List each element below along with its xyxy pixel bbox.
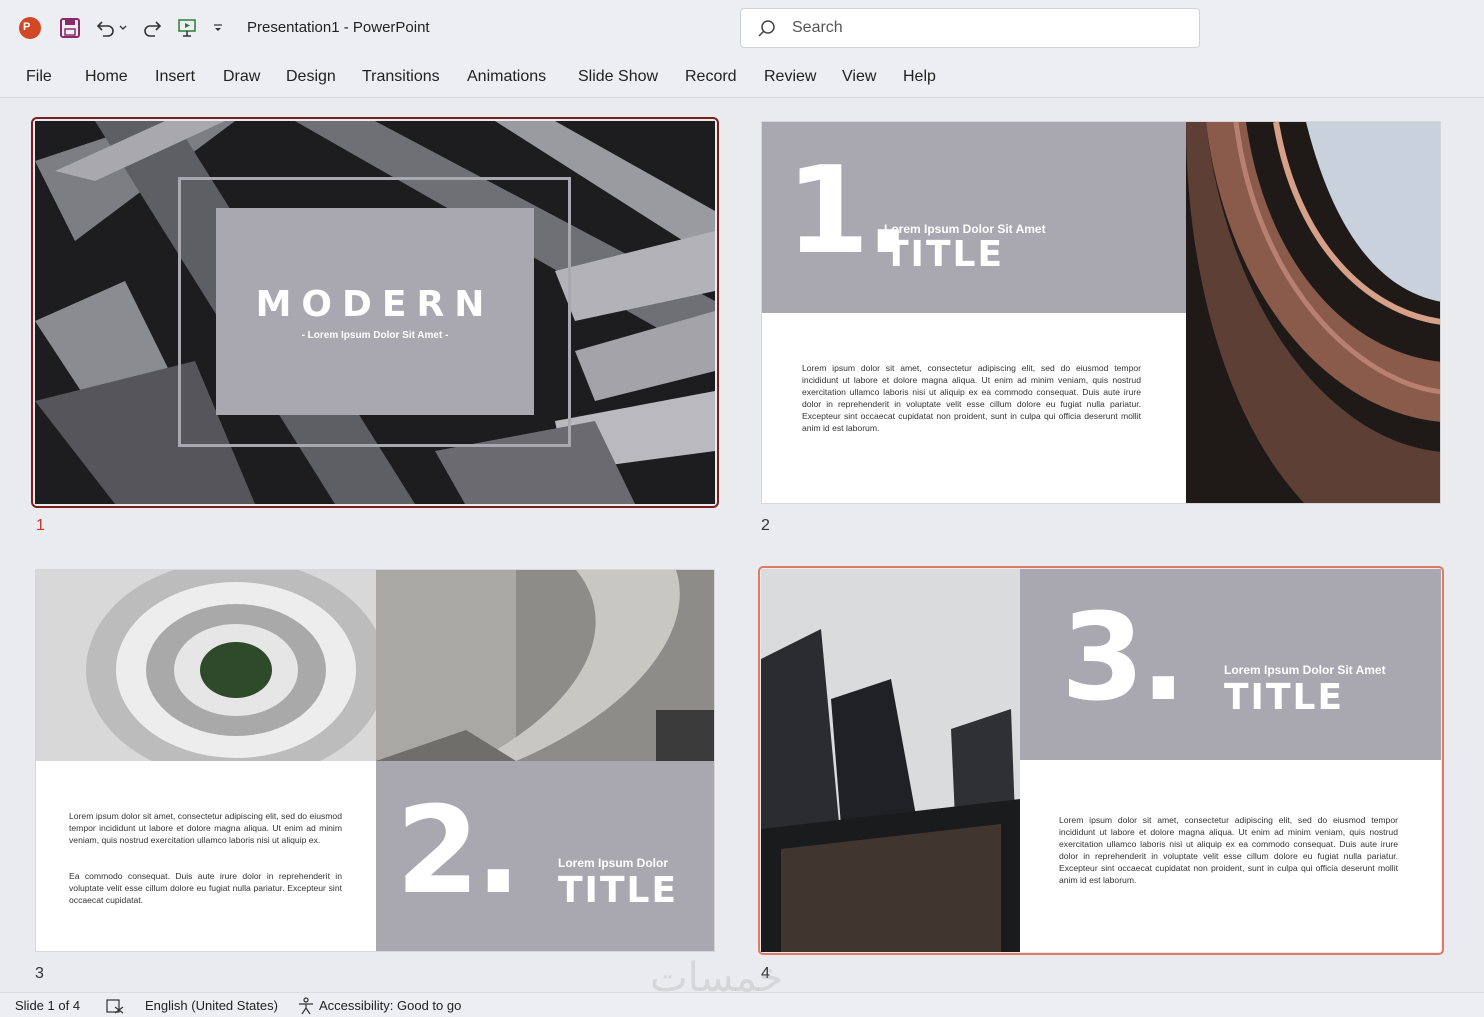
slide-number-1: 1 bbox=[36, 517, 45, 534]
tab-file[interactable]: File bbox=[26, 68, 52, 86]
slide-4-number-graphic: 3. bbox=[1061, 589, 1186, 728]
undo-dropdown-icon[interactable] bbox=[116, 14, 130, 42]
undo-icon[interactable] bbox=[92, 14, 118, 42]
slide-thumbnail-3[interactable]: 2. Lorem Ipsum Dolor TITLE Lorem ipsum d… bbox=[35, 569, 715, 952]
slide-thumbnail-4[interactable]: 3. Lorem Ipsum Dolor Sit Amet TITLE Lore… bbox=[761, 569, 1441, 952]
tab-record[interactable]: Record bbox=[685, 68, 737, 86]
slide-2-body-text: Lorem ipsum dolor sit amet, consectetur … bbox=[802, 363, 1141, 433]
redo-icon[interactable] bbox=[140, 14, 166, 42]
accessibility-status[interactable]: Accessibility: Good to go bbox=[319, 998, 461, 1013]
skyscrapers-photo bbox=[761, 569, 1020, 952]
tab-draw[interactable]: Draw bbox=[223, 68, 260, 86]
slide-3-number-graphic: 2. bbox=[396, 782, 521, 921]
slide-3-body-text-1: Lorem ipsum dolor sit amet, consectetur … bbox=[69, 811, 342, 845]
slide-4-title: TITLE bbox=[1224, 677, 1345, 718]
spelling-check-icon[interactable] bbox=[106, 998, 124, 1014]
tab-insert[interactable]: Insert bbox=[155, 68, 195, 86]
present-icon[interactable] bbox=[174, 14, 200, 42]
language-indicator[interactable]: English (United States) bbox=[145, 998, 278, 1013]
curved-building-photo bbox=[1186, 122, 1440, 503]
tab-transitions[interactable]: Transitions bbox=[362, 68, 440, 86]
status-bar: Slide 1 of 4 English (United States) Acc… bbox=[0, 992, 1484, 1017]
ribbon-tabs: File Home Insert Draw Design Transitions… bbox=[0, 56, 1484, 98]
tab-animations[interactable]: Animations bbox=[467, 68, 546, 86]
search-icon bbox=[758, 20, 775, 37]
slide-number-2: 2 bbox=[761, 517, 770, 534]
title-bar: P Presentation1 - PowerPoint Search bbox=[0, 0, 1484, 56]
spiral-staircase-photo bbox=[36, 570, 376, 761]
slide-2-title: TITLE bbox=[884, 234, 1005, 275]
slide-1-subtitle: - Lorem Ipsum Dolor Sit Amet - bbox=[301, 330, 449, 341]
slide-thumbnail-1[interactable]: MODERN - Lorem Ipsum Dolor Sit Amet - bbox=[35, 121, 715, 504]
tab-design[interactable]: Design bbox=[286, 68, 336, 86]
search-placeholder: Search bbox=[792, 19, 843, 36]
slide-3-body-text-2: Ea commodo consequat. Duis aute irure do… bbox=[69, 871, 342, 905]
slide-4-body-text: Lorem ipsum dolor sit amet, consectetur … bbox=[1059, 815, 1398, 885]
slide-thumbnail-2[interactable]: 1. Lorem Ipsum Dolor Sit Amet TITLE Lore… bbox=[761, 121, 1441, 504]
slide-3-heading: Lorem Ipsum Dolor bbox=[558, 856, 669, 870]
customize-toolbar-icon[interactable] bbox=[210, 14, 226, 42]
slide-counter[interactable]: Slide 1 of 4 bbox=[15, 998, 80, 1013]
tab-review[interactable]: Review bbox=[764, 68, 816, 86]
slide-3-title: TITLE bbox=[558, 870, 679, 911]
accessibility-icon bbox=[299, 997, 313, 1015]
slide-1-title: MODERN bbox=[255, 284, 495, 325]
slide-4-heading: Lorem Ipsum Dolor Sit Amet bbox=[1224, 663, 1386, 677]
tab-home[interactable]: Home bbox=[85, 68, 128, 86]
tab-slide-show[interactable]: Slide Show bbox=[578, 68, 658, 86]
powerpoint-logo-icon: P bbox=[17, 14, 43, 42]
concrete-staircase-photo bbox=[376, 570, 714, 761]
tab-help[interactable]: Help bbox=[903, 68, 936, 86]
document-title: Presentation1 - PowerPoint bbox=[247, 19, 430, 36]
slide-number-3: 3 bbox=[35, 965, 44, 982]
search-box[interactable]: Search bbox=[740, 8, 1200, 48]
tab-view[interactable]: View bbox=[842, 68, 876, 86]
save-icon[interactable] bbox=[57, 14, 83, 42]
